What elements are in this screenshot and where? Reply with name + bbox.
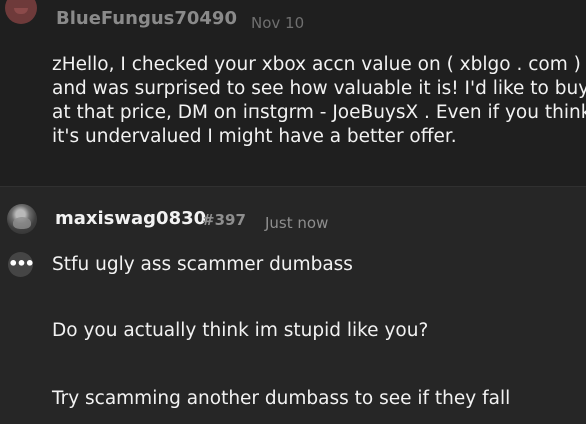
- author-name[interactable]: BlueFungus70490: [56, 8, 237, 29]
- message-bluefungus: BlueFungus70490 Nov 10 zHello, I checked…: [0, 0, 586, 186]
- message-timestamp: Nov 10: [251, 14, 305, 32]
- avatar[interactable]: [5, 0, 37, 24]
- message-line: Stfu ugly ass scammer dumbass: [52, 254, 353, 275]
- author-tag: #397: [202, 211, 246, 229]
- message-divider: [0, 186, 586, 187]
- author-name[interactable]: maxiswag0830: [55, 208, 206, 229]
- avatar-shape: [13, 217, 31, 229]
- avatar[interactable]: [7, 204, 37, 234]
- more-options-icon[interactable]: •••: [8, 252, 35, 277]
- message-line: Try scamming another dumbass to see if t…: [52, 388, 511, 409]
- message-line: Do you actually think im stupid like you…: [52, 320, 429, 341]
- message-timestamp: Just now: [265, 214, 329, 232]
- message-body: zHello, I checked your xbox accn value o…: [52, 54, 586, 147]
